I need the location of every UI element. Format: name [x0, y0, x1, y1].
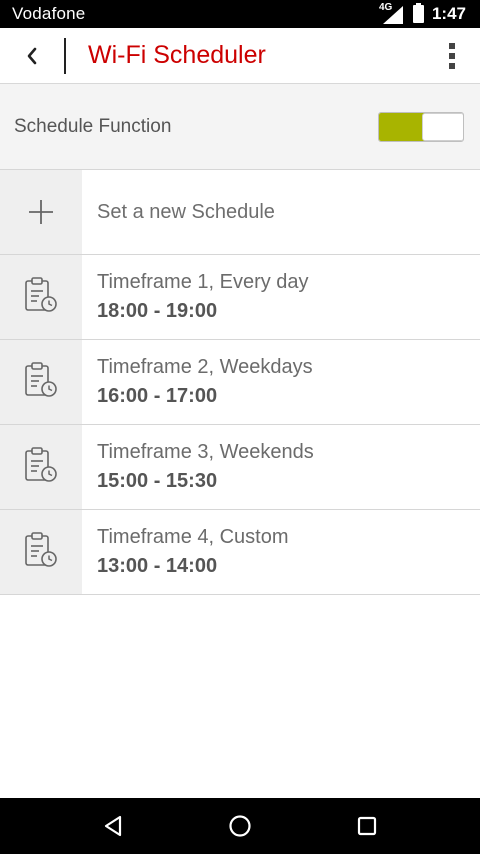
schedule-function-toggle[interactable]	[378, 111, 464, 142]
back-triangle-icon	[105, 815, 122, 837]
timeframe-title: Timeframe 2, Weekdays	[97, 356, 313, 378]
timeframe-title: Timeframe 1, Every day	[97, 271, 309, 293]
title-divider	[64, 37, 66, 74]
timeframe-icon-cell	[0, 425, 82, 509]
add-schedule-text: Set a new Schedule	[82, 170, 480, 254]
timeframe-list: Timeframe 1, Every day 18:00 - 19:00 Timef…	[0, 255, 480, 595]
timeframe-range: 18:00 - 19:00	[97, 300, 218, 322]
timeframe-row[interactable]: Timeframe 2, Weekdays 16:00 - 17:00	[0, 340, 480, 425]
nav-home-button[interactable]	[210, 798, 270, 854]
timeframe-icon-cell	[0, 510, 82, 594]
schedule-clipboard-icon	[23, 361, 59, 404]
timeframe-text: Timeframe 3, Weekends 15:00 - 15:30	[82, 425, 480, 509]
back-button[interactable]	[0, 28, 64, 84]
add-schedule-label: Set a new Schedule	[97, 200, 275, 223]
timeframe-text: Timeframe 1, Every day 18:00 - 19:00	[82, 255, 480, 339]
nav-recents-button[interactable]	[337, 798, 397, 854]
status-bar: Vodafone 4G 1:47	[0, 0, 480, 28]
timeframe-row[interactable]: Timeframe 4, Custom 13:00 - 14:00	[0, 510, 480, 595]
toggle-knob	[422, 112, 463, 141]
schedule-clipboard-icon	[23, 446, 59, 489]
status-icons: 4G 1:47	[379, 2, 466, 24]
recents-square-icon	[357, 816, 376, 836]
timeframe-range: 13:00 - 14:00	[97, 555, 218, 577]
plus-icon	[29, 200, 53, 224]
timeframe-text: Timeframe 4, Custom 13:00 - 14:00	[82, 510, 480, 594]
add-icon-cell	[0, 170, 82, 254]
carrier-name: Vodafone	[12, 4, 86, 23]
add-schedule-row[interactable]: Set a new Schedule	[0, 170, 480, 255]
timeframe-title: Timeframe 3, Weekends	[97, 441, 314, 463]
timeframe-row[interactable]: Timeframe 3, Weekends 15:00 - 15:30	[0, 425, 480, 510]
timeframe-icon-cell	[0, 340, 82, 424]
timeframe-text: Timeframe 2, Weekdays 16:00 - 17:00	[82, 340, 480, 424]
timeframe-title: Timeframe 4, Custom	[97, 526, 289, 548]
home-circle-icon	[229, 815, 251, 837]
schedule-function-row: Schedule Function	[0, 84, 480, 170]
app-bar: Wi-Fi Scheduler	[0, 28, 480, 84]
overflow-menu-button[interactable]	[424, 28, 480, 84]
page-title: Wi-Fi Scheduler	[88, 41, 266, 69]
timeframe-range: 15:00 - 15:30	[97, 470, 218, 492]
timeframe-row[interactable]: Timeframe 1, Every day 18:00 - 19:00	[0, 255, 480, 340]
status-time: 1:47	[431, 4, 466, 23]
chevron-left-icon	[27, 47, 37, 64]
battery-icon	[412, 3, 424, 23]
schedule-clipboard-icon	[23, 276, 59, 319]
schedule-clipboard-icon	[23, 531, 59, 574]
schedule-list: Set a new Schedule Timeframe 1, Every da…	[0, 170, 480, 595]
timeframe-range: 16:00 - 17:00	[97, 385, 218, 407]
nav-back-button[interactable]	[83, 798, 143, 854]
more-vert-icon	[449, 42, 455, 69]
signal-icon: 4G	[379, 2, 405, 24]
schedule-function-label: Schedule Function	[14, 115, 172, 137]
timeframe-icon-cell	[0, 255, 82, 339]
system-nav-bar	[0, 798, 480, 854]
